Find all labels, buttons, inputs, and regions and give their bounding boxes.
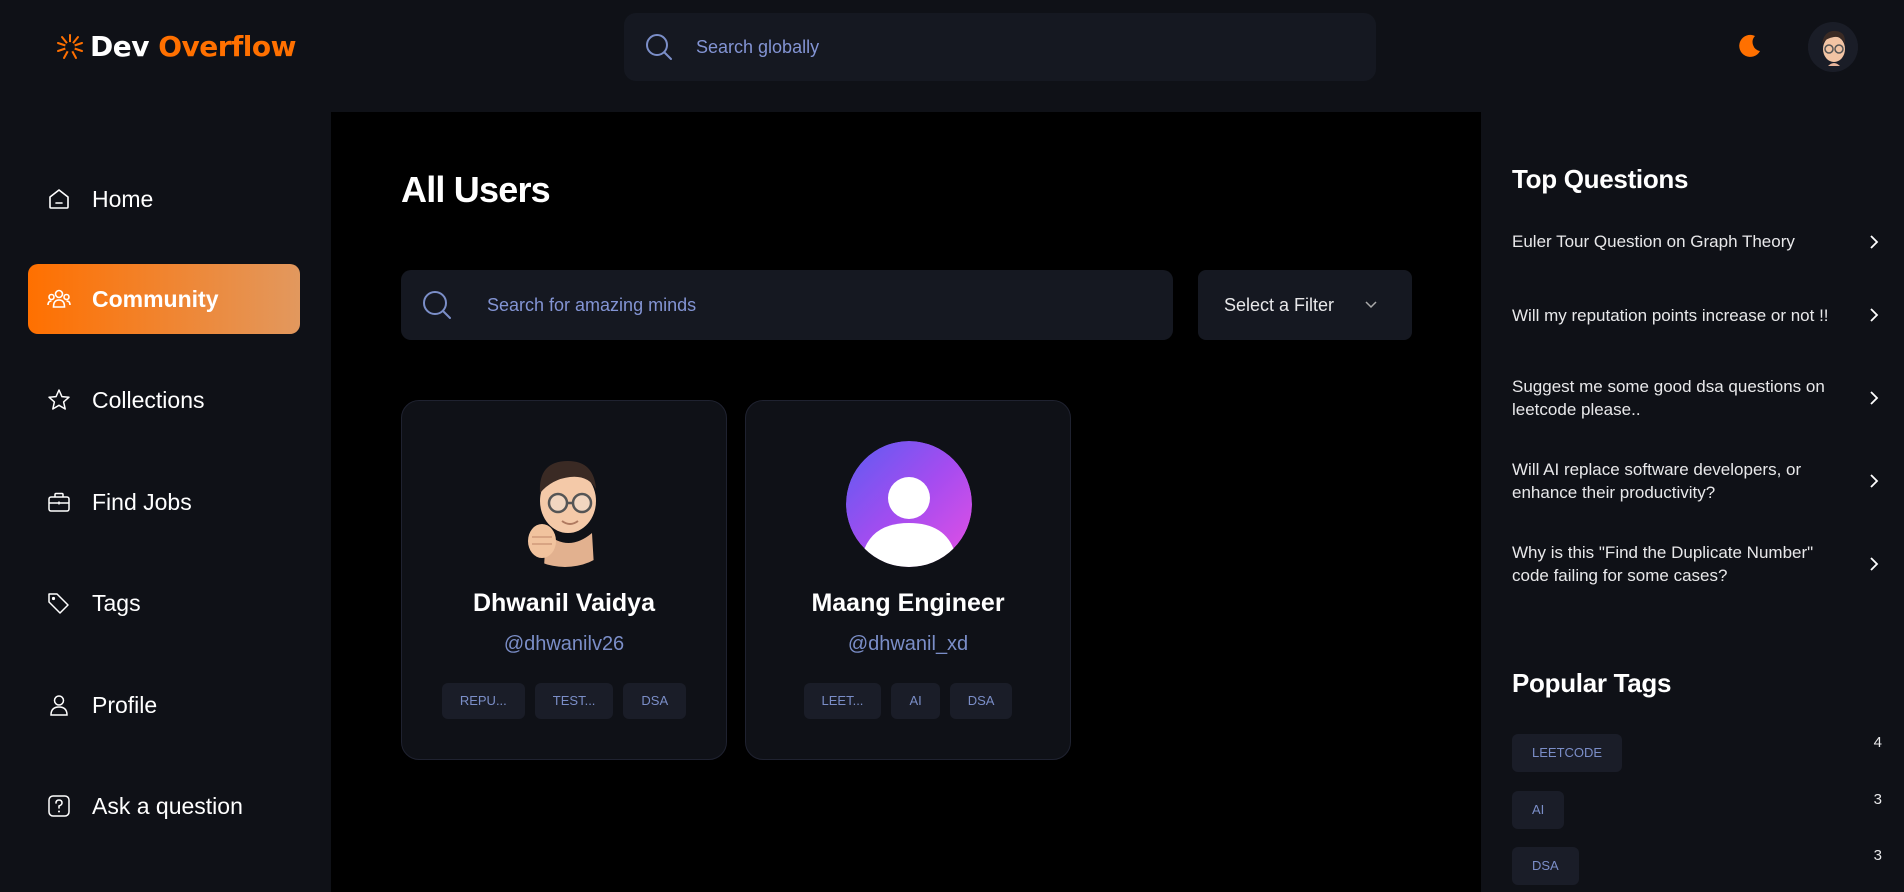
- top-questions-title: Top Questions: [1512, 164, 1689, 194]
- logo-text: Dev Overflow: [90, 30, 296, 63]
- question-link[interactable]: Will AI replace software developers, or …: [1512, 458, 1882, 504]
- global-search-bar: [624, 13, 1376, 81]
- tag-count: 4: [1873, 734, 1882, 751]
- main-content: All Users Select a Filter Dhwani: [331, 112, 1481, 892]
- user-card[interactable]: Dhwanil Vaidya @dhwanilv26 REPU... TEST.…: [401, 400, 727, 760]
- sidebar-item-label: Collections: [92, 386, 205, 413]
- user-search-bar: [401, 270, 1173, 340]
- question-title: Suggest me some good dsa questions on le…: [1512, 377, 1825, 419]
- sidebar-item-label: Tags: [92, 589, 141, 616]
- page-title: All Users: [401, 169, 551, 210]
- sidebar-item-ask-question[interactable]: Ask a question: [28, 771, 300, 841]
- user-card[interactable]: Maang Engineer @dhwanil_xd LEET... AI DS…: [745, 400, 1071, 760]
- sidebar-item-label: Home: [92, 185, 154, 212]
- tag-chip[interactable]: DSA: [623, 683, 687, 719]
- popular-tags-title: Popular Tags: [1512, 668, 1672, 698]
- question-link[interactable]: Euler Tour Question on Graph Theory: [1512, 230, 1882, 253]
- user-icon: [46, 692, 72, 718]
- sidebar-item-label: Find Jobs: [92, 488, 192, 515]
- search-icon: [423, 291, 451, 319]
- avatar: [846, 441, 972, 567]
- tag-chip[interactable]: DSA: [1512, 847, 1579, 885]
- star-icon: [46, 387, 72, 413]
- question-title: Will my reputation points increase or no…: [1512, 305, 1829, 325]
- tag-count: 3: [1873, 847, 1882, 864]
- user-search-input[interactable]: [487, 294, 1087, 316]
- question-link[interactable]: Why is this "Find the Duplicate Number" …: [1512, 541, 1882, 587]
- question-link[interactable]: Suggest me some good dsa questions on le…: [1512, 375, 1882, 421]
- right-sidebar: Top Questions Euler Tour Question on Gra…: [1481, 112, 1904, 892]
- sidebar-item-profile[interactable]: Profile: [28, 670, 300, 740]
- user-name: Maang Engineer: [811, 589, 1005, 617]
- chevron-down-icon: [1365, 301, 1377, 309]
- search-icon: [646, 34, 672, 60]
- tag-chip[interactable]: TEST...: [534, 683, 614, 719]
- sidebar-item-tags[interactable]: Tags: [28, 568, 300, 638]
- user-name: Dhwanil Vaidya: [472, 589, 655, 617]
- briefcase-icon: [46, 489, 72, 515]
- question-icon: [46, 793, 72, 819]
- sidebar-item-find-jobs[interactable]: Find Jobs: [28, 467, 300, 537]
- filter-select[interactable]: Select a Filter: [1198, 270, 1412, 340]
- tag-chip[interactable]: AI: [1512, 791, 1565, 829]
- avatar[interactable]: [1808, 22, 1858, 72]
- popular-tag-row[interactable]: DSA 3: [1512, 847, 1882, 885]
- sidebar-item-home[interactable]: Home: [28, 164, 300, 234]
- logo-icon: [57, 33, 83, 59]
- sidebar-item-label: Community: [92, 285, 219, 312]
- tag-chip[interactable]: REPU...: [441, 683, 525, 719]
- question-title: Euler Tour Question on Graph Theory: [1512, 232, 1795, 251]
- avatar: [502, 441, 628, 567]
- question-link[interactable]: Will my reputation points increase or no…: [1512, 292, 1882, 338]
- moon-icon[interactable]: [1736, 32, 1764, 60]
- chevron-right-icon: [1870, 557, 1879, 571]
- users-icon: [46, 286, 72, 312]
- question-title: Why is this "Find the Duplicate Number" …: [1512, 543, 1814, 585]
- home-icon: [46, 186, 72, 212]
- tag-icon: [46, 590, 72, 616]
- popular-tag-row[interactable]: AI 3: [1512, 791, 1882, 829]
- tag-chip[interactable]: LEETCODE: [1512, 734, 1623, 772]
- tag-chip[interactable]: LEET...: [803, 683, 882, 719]
- global-search-input[interactable]: [696, 36, 1296, 58]
- tag-chip[interactable]: DSA: [949, 683, 1013, 719]
- sidebar-item-community[interactable]: Community: [28, 264, 300, 334]
- chevron-right-icon: [1870, 308, 1879, 322]
- sidebar-item-collections[interactable]: Collections: [28, 365, 300, 435]
- chevron-right-icon: [1870, 234, 1879, 249]
- user-tags: LEET... AI DSA: [746, 683, 1070, 719]
- question-title: Will AI replace software developers, or …: [1512, 460, 1802, 502]
- tag-chip[interactable]: AI: [891, 683, 940, 719]
- user-username: @dhwanilv26: [503, 633, 625, 655]
- sidebar-item-label: Profile: [92, 691, 158, 718]
- tag-count: 3: [1873, 791, 1882, 808]
- top-navbar: Dev Overflow: [0, 0, 1904, 94]
- left-sidebar: Home Community Collections Find Jobs Tag…: [0, 94, 331, 892]
- logo[interactable]: Dev Overflow: [56, 30, 296, 63]
- user-username: @dhwanil_xd: [847, 633, 969, 655]
- chevron-right-icon: [1870, 474, 1879, 488]
- filter-select-label: Select a Filter: [1224, 294, 1335, 315]
- sidebar-item-label: Ask a question: [92, 792, 243, 819]
- popular-tag-row[interactable]: LEETCODE 4: [1512, 734, 1882, 772]
- chevron-right-icon: [1870, 391, 1879, 405]
- user-tags: REPU... TEST... DSA: [402, 683, 726, 719]
